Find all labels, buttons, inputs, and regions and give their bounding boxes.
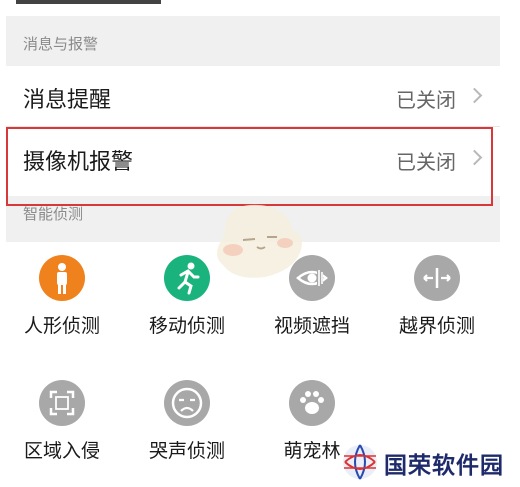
watermark: 国荣软件园 <box>334 436 520 487</box>
row-value: 已关闭 <box>396 88 456 112</box>
person-icon <box>39 255 85 301</box>
detection-label: 越界侦测 <box>398 315 475 337</box>
boundary-arrows-icon <box>414 255 460 301</box>
detection-label: 视频遮挡 <box>273 315 350 337</box>
chevron-right-icon <box>466 87 483 104</box>
detection-crying[interactable]: 哭声侦测 <box>132 380 242 463</box>
globe-icon <box>343 444 377 480</box>
section-title-messages: 消息与报警 <box>23 35 99 53</box>
detection-label: 区域入侵 <box>23 440 100 462</box>
detection-boundary[interactable]: 越界侦测 <box>382 255 492 338</box>
mascot-sticker <box>216 204 302 278</box>
area-frame-icon <box>39 380 85 426</box>
top-bar <box>0 0 520 10</box>
top-bar-fragment <box>16 0 161 4</box>
detection-label: 移动侦测 <box>148 315 225 337</box>
detection-label: 哭声侦测 <box>148 440 225 462</box>
section-header-messages: 消息与报警 <box>6 16 500 67</box>
detection-human[interactable]: 人形侦测 <box>7 255 117 338</box>
running-icon <box>164 255 210 301</box>
watermark-text: 国荣软件园 <box>384 453 504 479</box>
section-title-detection: 智能侦测 <box>23 205 84 223</box>
crying-face-icon <box>164 380 210 426</box>
row-label: 消息提醒 <box>23 88 112 113</box>
settings-row-message-reminder[interactable]: 消息提醒 已关闭 <box>6 66 500 126</box>
paw-icon <box>289 380 335 426</box>
detection-label: 人形侦测 <box>23 315 100 337</box>
detection-area-intrusion[interactable]: 区域入侵 <box>7 380 117 463</box>
